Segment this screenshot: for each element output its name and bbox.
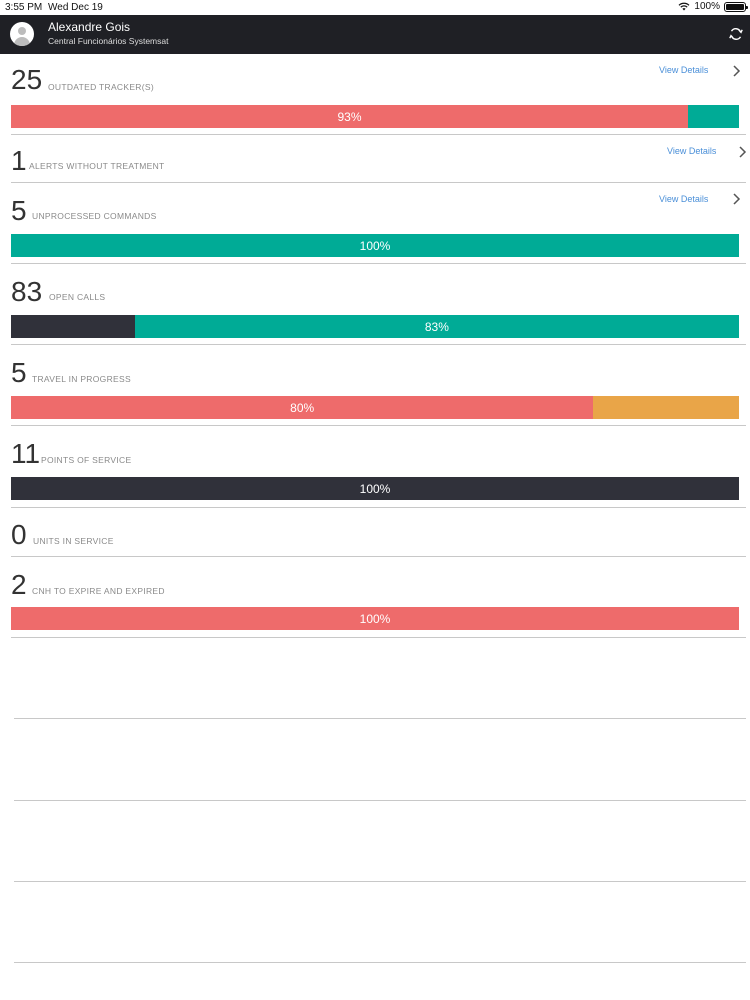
divider xyxy=(11,556,746,557)
progress-bar: 100% xyxy=(11,234,739,257)
count-value: 5 xyxy=(11,195,27,226)
divider xyxy=(11,425,746,426)
count-value: 25 xyxy=(11,64,43,95)
view-details-link[interactable]: View Details xyxy=(667,146,716,156)
status-right: 100% xyxy=(678,1,748,12)
user-organization: Central Funcionários Systemsat xyxy=(48,36,169,46)
view-details-link[interactable]: View Details xyxy=(659,65,708,75)
row-label: CNH TO EXPIRE AND EXPIRED xyxy=(32,586,165,596)
progress-remainder xyxy=(688,105,739,128)
row-label: TRAVEL IN PROGRESS xyxy=(32,374,131,384)
progress-remainder xyxy=(593,396,739,419)
progress-fill: 100% xyxy=(11,477,739,500)
view-details-link[interactable]: View Details xyxy=(659,194,708,204)
divider xyxy=(11,507,746,508)
progress-fill: 93% xyxy=(11,105,689,128)
empty-row-divider xyxy=(14,800,746,801)
progress-label: 93% xyxy=(337,110,362,124)
progress-bar: 80% xyxy=(11,396,739,419)
chevron-right-icon[interactable] xyxy=(731,65,741,77)
wifi-icon xyxy=(678,2,690,11)
row-label: UNPROCESSED COMMANDS xyxy=(32,211,157,221)
divider xyxy=(11,263,746,264)
progress-fill: 80% xyxy=(11,396,594,419)
progress-label: 83% xyxy=(424,320,449,334)
count-value: 1 xyxy=(11,145,27,176)
progress-fill: 100% xyxy=(11,607,739,630)
progress-label: 100% xyxy=(359,239,391,253)
status-date: Wed Dec 19 xyxy=(48,2,103,13)
divider xyxy=(11,182,746,183)
row-label: POINTS OF SERVICE xyxy=(41,455,132,465)
battery-percent: 100% xyxy=(694,1,720,12)
empty-row-divider xyxy=(14,718,746,719)
progress-label: 100% xyxy=(359,482,391,496)
count-value: 83 xyxy=(11,276,43,307)
divider xyxy=(11,134,746,135)
progress-bar: 100% xyxy=(11,477,739,500)
empty-row-divider xyxy=(14,962,746,963)
progress-remainder xyxy=(11,315,135,338)
count-value: 11 xyxy=(11,438,41,469)
count-value: 0 xyxy=(11,519,27,550)
row-label: ALERTS WITHOUT TREATMENT xyxy=(29,161,165,171)
row-label: UNITS IN SERVICE xyxy=(33,536,114,546)
status-bar: 3:55 PM Wed Dec 19 100% xyxy=(0,0,750,15)
user-name: Alexandre Gois xyxy=(48,20,131,34)
count-value: 2 xyxy=(11,569,27,600)
chevron-right-icon[interactable] xyxy=(737,146,747,158)
progress-bar: 100% xyxy=(11,607,739,630)
row-label: OUTDATED TRACKER(S) xyxy=(48,82,154,92)
empty-row-divider xyxy=(14,881,746,882)
row-label: OPEN CALLS xyxy=(49,292,106,302)
refresh-icon[interactable] xyxy=(728,26,744,42)
chevron-right-icon[interactable] xyxy=(731,193,741,205)
battery-icon xyxy=(724,1,748,12)
progress-fill: 83% xyxy=(134,315,739,338)
progress-bar: 83% xyxy=(11,315,739,338)
status-time: 3:55 PM xyxy=(5,2,43,13)
app-header: Alexandre Gois Central Funcionários Syst… xyxy=(0,15,750,54)
progress-label: 80% xyxy=(290,401,315,415)
count-value: 5 xyxy=(11,357,27,388)
avatar[interactable] xyxy=(10,22,34,46)
progress-fill: 100% xyxy=(11,234,739,257)
divider xyxy=(11,637,746,638)
progress-label: 100% xyxy=(359,612,391,626)
progress-bar: 93% xyxy=(11,105,739,128)
divider xyxy=(11,344,746,345)
